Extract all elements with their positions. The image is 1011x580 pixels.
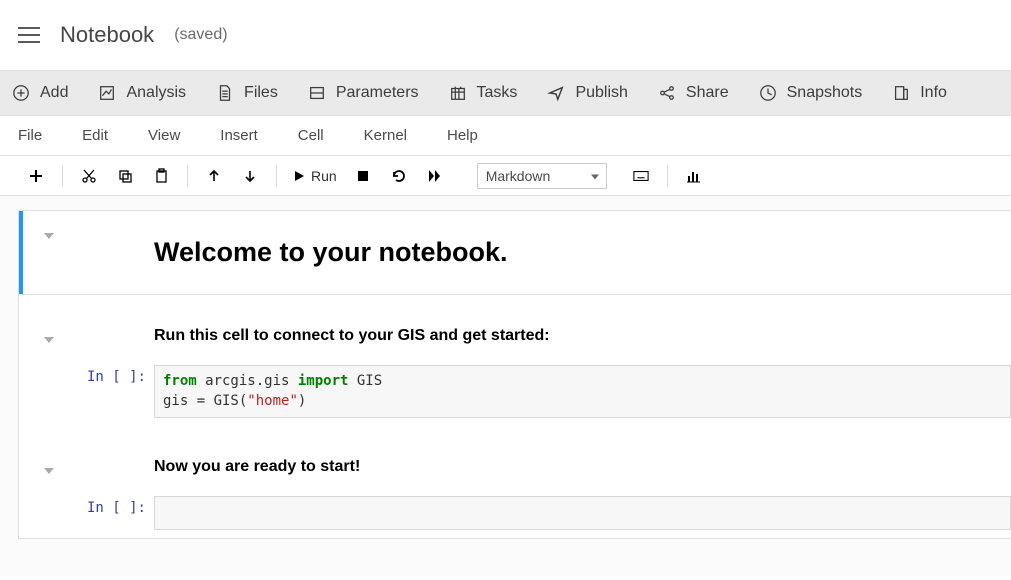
publish-icon [547,84,565,102]
menu-cell[interactable]: Cell [298,127,324,144]
markdown-cell[interactable]: Run this cell to connect to your GIS and… [19,315,1011,357]
keyboard-button[interactable] [623,161,659,191]
markdown-heading: Welcome to your notebook. [154,219,1011,286]
menu-help[interactable]: Help [447,127,478,144]
info-label: Info [920,84,947,102]
markdown-heading: Run this cell to connect to your GIS and… [154,323,1011,349]
separator [276,165,277,187]
share-button[interactable]: Share [658,84,729,102]
save-status: (saved) [174,26,227,44]
cell-type-select-wrap[interactable]: Markdown [465,163,607,189]
analysis-label: Analysis [126,84,186,102]
add-label: Add [40,84,68,102]
share-icon [658,84,676,102]
separator [667,165,668,187]
ribbon-toolbar: Add Analysis Files Parameters Tasks Publ… [0,70,1011,116]
code-editor[interactable] [154,496,1011,530]
cell-prompt [79,323,154,349]
run-label: Run [311,168,337,184]
run-button[interactable]: Run [285,168,345,184]
cell-prompt [79,219,154,286]
markdown-heading: Now you are ready to start! [154,454,1011,480]
tasks-icon [449,84,467,102]
publish-button[interactable]: Publish [547,84,627,102]
insert-cell-button[interactable] [18,161,54,191]
markdown-cell[interactable]: Now you are ready to start! [19,446,1011,488]
menu-view[interactable]: View [148,127,180,144]
cut-button[interactable] [71,161,107,191]
analysis-button[interactable]: Analysis [98,84,186,102]
cell-prompt [79,454,154,480]
collapse-icon[interactable] [44,337,54,343]
menu-kernel[interactable]: Kernel [364,127,407,144]
move-up-button[interactable] [196,161,232,191]
menu-edit[interactable]: Edit [82,127,108,144]
menu-bar: File Edit View Insert Cell Kernel Help [0,116,1011,156]
collapse-icon[interactable] [44,468,54,474]
cell-prompt: In [ ]: [79,365,154,418]
chart-button[interactable] [676,161,712,191]
copy-button[interactable] [107,161,143,191]
markdown-cell[interactable]: Welcome to your notebook. [19,211,1011,295]
paste-button[interactable] [143,161,179,191]
info-icon [892,84,910,102]
title-bar: Notebook (saved) [0,0,1011,70]
menu-insert[interactable]: Insert [220,127,258,144]
info-button[interactable]: Info [892,84,947,102]
tasks-button[interactable]: Tasks [449,84,518,102]
cell-type-select[interactable]: Markdown [477,163,607,189]
editor-toolbar: Run Markdown [0,156,1011,196]
menu-file[interactable]: File [18,127,42,144]
files-icon [216,84,234,102]
parameters-button[interactable]: Parameters [308,84,419,102]
add-button[interactable]: Add [12,84,68,102]
code-editor[interactable]: from arcgis.gis import GISgis = GIS("hom… [154,365,1011,418]
publish-label: Publish [575,84,627,102]
notebook-area: Welcome to your notebook. Run this cell … [0,196,1011,576]
menu-icon[interactable] [18,27,40,43]
separator [187,165,188,187]
snapshots-label: Snapshots [787,84,863,102]
files-button[interactable]: Files [216,84,278,102]
analysis-icon [98,84,116,102]
parameters-icon [308,84,326,102]
separator [62,165,63,187]
move-down-button[interactable] [232,161,268,191]
notebook-title[interactable]: Notebook [60,22,154,48]
notebook-inner: Welcome to your notebook. Run this cell … [18,210,1011,539]
code-cell[interactable]: In [ ]: from arcgis.gis import GISgis = … [19,357,1011,426]
restart-button[interactable] [381,161,417,191]
plus-circle-icon [12,84,30,102]
interrupt-button[interactable] [345,161,381,191]
parameters-label: Parameters [336,84,419,102]
run-all-button[interactable] [417,161,453,191]
files-label: Files [244,84,278,102]
collapse-icon[interactable] [44,233,54,239]
tasks-label: Tasks [477,84,518,102]
code-cell[interactable]: In [ ]: [19,488,1011,538]
share-label: Share [686,84,729,102]
cell-prompt: In [ ]: [79,496,154,530]
snapshots-icon [759,84,777,102]
snapshots-button[interactable]: Snapshots [759,84,863,102]
